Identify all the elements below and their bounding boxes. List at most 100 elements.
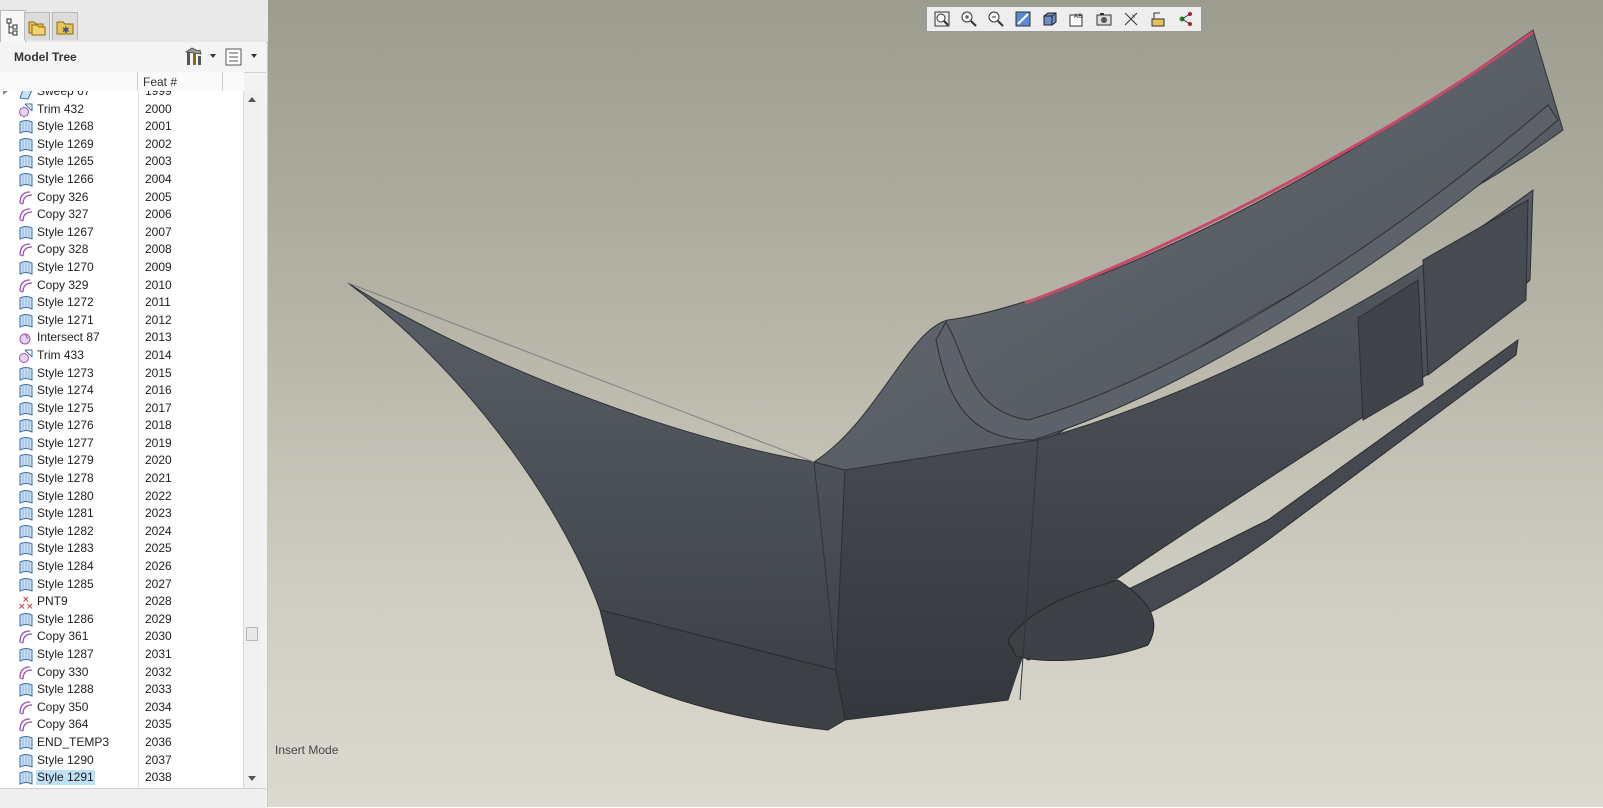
feature-number: 2006: [145, 207, 172, 222]
zoom-out-button[interactable]: [983, 8, 1010, 30]
tree-row-partial[interactable]: Sweep 67 1999: [0, 91, 244, 101]
tree-row[interactable]: Copy 330 2032: [0, 664, 244, 682]
folder-browser-tab[interactable]: [24, 12, 50, 40]
tree-row[interactable]: Copy 326 2005: [0, 189, 244, 207]
tree-columns-dropdown[interactable]: [251, 54, 257, 58]
tree-row[interactable]: Copy 329 2010: [0, 277, 244, 295]
style-feature-icon: [18, 260, 34, 276]
zoom-in-button[interactable]: [956, 8, 983, 30]
view-manager-button[interactable]: [1091, 8, 1118, 30]
tree-row[interactable]: Style 1271 2012: [0, 312, 244, 330]
tree-row[interactable]: Style 1275 2017: [0, 400, 244, 418]
tree-row[interactable]: Style 1268 2001: [0, 118, 244, 136]
graphics-viewport[interactable]: AB × Insert Mode: [268, 0, 1603, 807]
datum-display-button[interactable]: ×: [1118, 8, 1145, 30]
tree-row[interactable]: Style 1273 2015: [0, 365, 244, 383]
feature-name: Style 1274: [37, 383, 94, 398]
feature-name: END_TEMP3: [37, 734, 110, 749]
column-divider[interactable]: [137, 72, 138, 91]
favorites-tab[interactable]: ✱: [52, 12, 78, 40]
copy-feature-icon: [18, 207, 34, 223]
zoom-in-icon: [961, 11, 977, 27]
tree-vertical-scrollbar[interactable]: [243, 91, 261, 788]
style-feature-icon: [18, 453, 34, 469]
tree-row[interactable]: Intersect 87 2013: [0, 329, 244, 347]
feature-name: Style 1272: [37, 295, 94, 310]
column-divider[interactable]: [222, 72, 223, 91]
saved-views-button[interactable]: AB: [1064, 8, 1091, 30]
feature-number: 2008: [145, 242, 172, 257]
tree-row[interactable]: Style 1282 2024: [0, 523, 244, 541]
tree-row[interactable]: Style 1281 2023: [0, 505, 244, 523]
tree-row[interactable]: Style 1280 2022: [0, 488, 244, 506]
tree-row[interactable]: Style 1284 2026: [0, 558, 244, 576]
feature-name: Style 1279: [37, 453, 94, 468]
feature-number: 2003: [145, 154, 172, 169]
sweep-feature-icon: [18, 91, 34, 100]
tree-row[interactable]: Style 1270 2009: [0, 259, 244, 277]
scroll-thumb[interactable]: [246, 627, 258, 641]
expand-arrow-icon[interactable]: [3, 91, 8, 95]
tree-row[interactable]: Style 1290 2037: [0, 752, 244, 770]
tree-horizontal-scrollbar[interactable]: [0, 788, 266, 808]
feature-name: Style 1276: [37, 418, 94, 433]
feature-number: 2004: [145, 171, 172, 186]
feature-name: Style 1286: [37, 611, 94, 626]
tree-row[interactable]: Style 1272 2011: [0, 294, 244, 312]
tree-row[interactable]: Copy 364 2035: [0, 716, 244, 734]
style-feature-icon: [18, 559, 34, 575]
style-feature-icon: [18, 436, 34, 452]
feat-number-column-header[interactable]: Feat #: [143, 75, 177, 89]
tree-columns-button[interactable]: [223, 46, 245, 68]
refit-button[interactable]: [929, 8, 956, 30]
feature-name: Trim 432: [37, 101, 84, 116]
scroll-up-button[interactable]: [244, 91, 260, 107]
display-style-button[interactable]: [1037, 8, 1064, 30]
tree-row[interactable]: Style 1287 2031: [0, 646, 244, 664]
tree-row[interactable]: Style 1286 2029: [0, 611, 244, 629]
style-feature-icon: [18, 735, 34, 751]
tree-row[interactable]: Style 1276 2018: [0, 417, 244, 435]
feature-number: 2027: [145, 576, 172, 591]
model-tree-tab-icon: [6, 18, 18, 35]
tree-row[interactable]: Style 1291 2038: [0, 769, 244, 787]
model-tree-tab[interactable]: [0, 10, 26, 42]
tree-row[interactable]: × × × PNT9 2028: [0, 593, 244, 612]
style-feature-icon: [18, 418, 34, 434]
feature-number: 2028: [145, 594, 172, 609]
feature-number: 2018: [145, 418, 172, 433]
tree-row[interactable]: Trim 433 2014: [0, 347, 244, 365]
tree-row[interactable]: Style 1278 2021: [0, 470, 244, 488]
tree-row[interactable]: Style 1267 2007: [0, 224, 244, 242]
tree-row[interactable]: Style 1283 2025: [0, 540, 244, 558]
tree-row[interactable]: END_TEMP3 2036: [0, 734, 244, 752]
tree-row[interactable]: Style 1285 2027: [0, 576, 244, 594]
tree-row[interactable]: Style 1288 2033: [0, 681, 244, 699]
tree-row[interactable]: Copy 327 2006: [0, 206, 244, 224]
refit-icon: [934, 11, 950, 27]
spin-center-button[interactable]: [1172, 8, 1199, 30]
tree-settings-dropdown[interactable]: [210, 54, 216, 58]
feature-name: Copy 327: [37, 207, 89, 222]
bumper-model[interactable]: [268, 0, 1603, 807]
style-feature-icon: [18, 119, 34, 135]
tree-row[interactable]: Style 1277 2019: [0, 435, 244, 453]
point-feature-icon: × × ×: [18, 594, 34, 612]
repaint-button[interactable]: [1010, 8, 1037, 30]
model-tree-title: Model Tree: [14, 50, 77, 64]
tree-row[interactable]: Style 1269 2002: [0, 136, 244, 154]
scroll-down-button[interactable]: [244, 770, 260, 786]
tree-settings-button[interactable]: [183, 46, 205, 68]
svg-text:×: ×: [1131, 13, 1136, 20]
tree-row[interactable]: Style 1279 2020: [0, 452, 244, 470]
tree-row[interactable]: Style 1265 2003: [0, 153, 244, 171]
model-tree-list: Sweep 67 1999 Trim 432 2000 Style 1268 2001…: [0, 91, 244, 788]
tree-row[interactable]: Copy 350 2034: [0, 699, 244, 717]
tree-row[interactable]: Style 1274 2016: [0, 382, 244, 400]
tree-row[interactable]: Copy 328 2008: [0, 241, 244, 259]
tree-row[interactable]: Style 1266 2004: [0, 171, 244, 189]
style-feature-icon: [18, 137, 34, 153]
tree-row[interactable]: Trim 432 2000: [0, 101, 244, 119]
tree-row[interactable]: Copy 361 2030: [0, 628, 244, 646]
annotation-display-button[interactable]: [1145, 8, 1172, 30]
